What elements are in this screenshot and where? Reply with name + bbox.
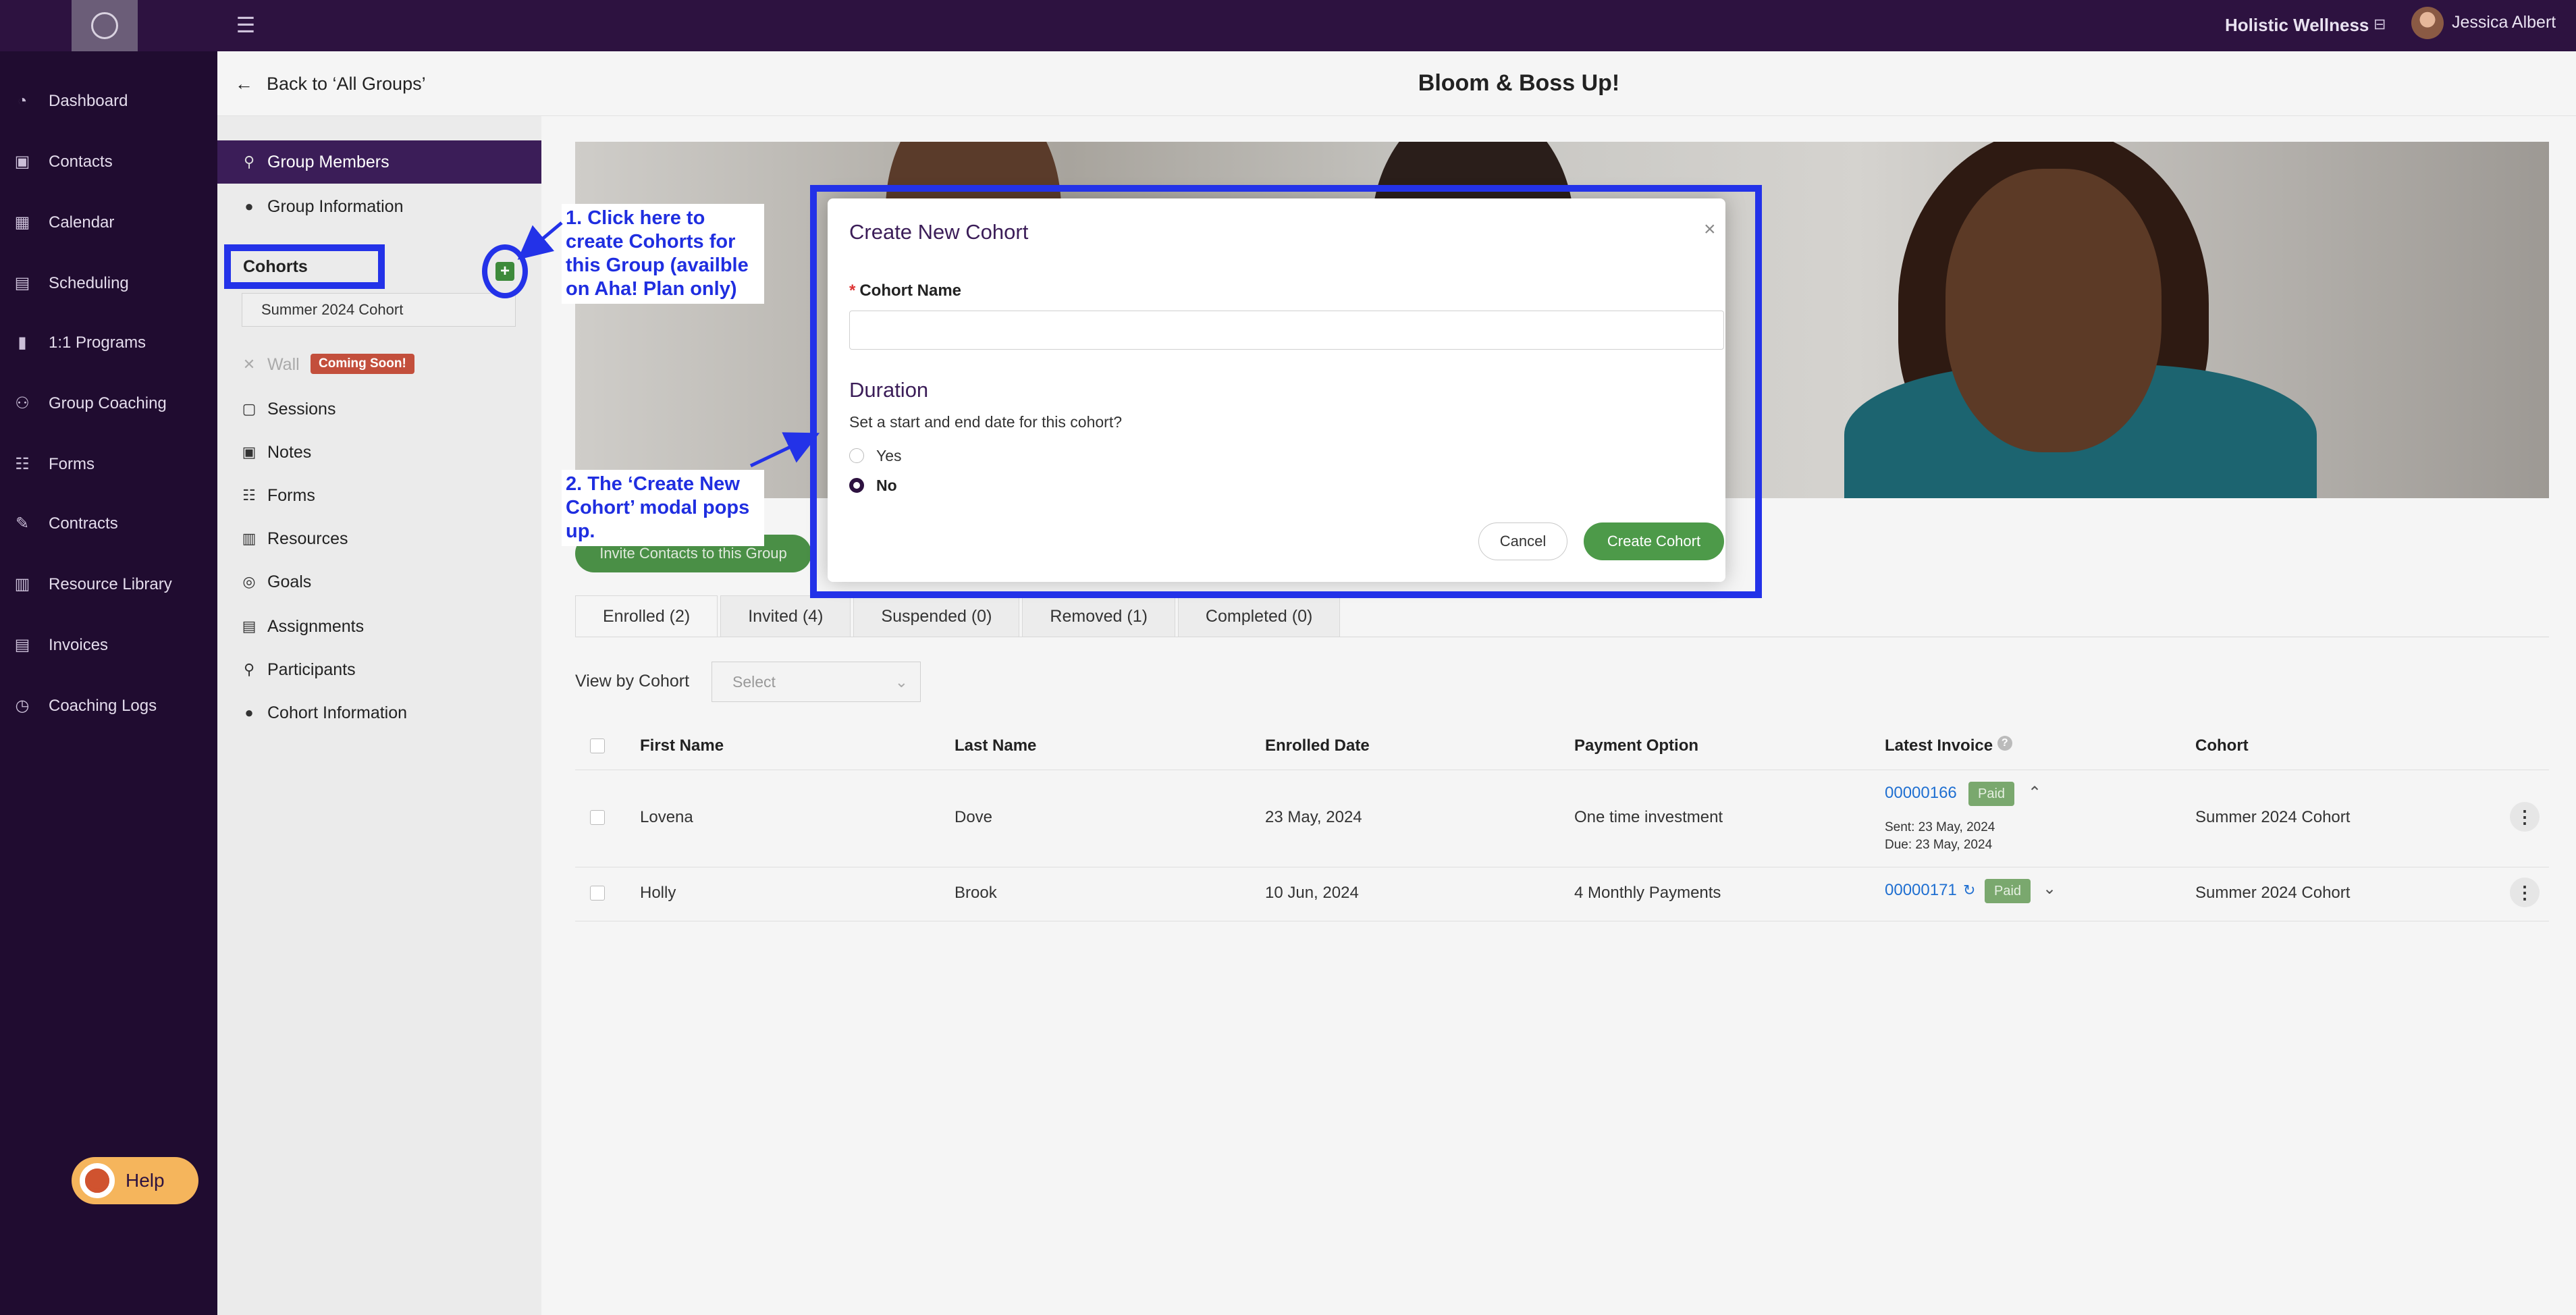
annotation-arrows	[517, 221, 820, 468]
annotation-arrow-2	[749, 432, 820, 468]
annotation-arrow-1	[517, 221, 563, 260]
